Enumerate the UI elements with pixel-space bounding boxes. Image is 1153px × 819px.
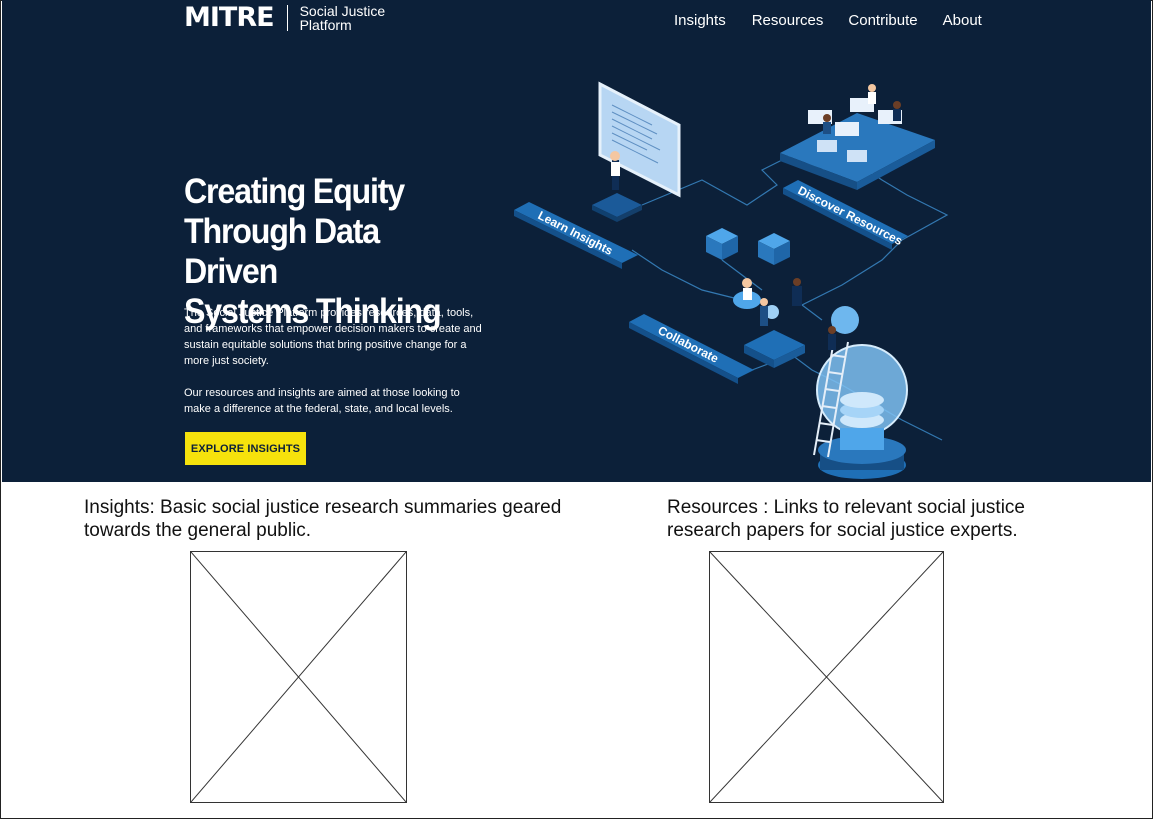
headline-line1: Creating Equity: [184, 172, 405, 211]
collaborate-group: [733, 278, 805, 368]
headline-line2: Through Data Driven: [184, 212, 380, 291]
office-platform: [780, 84, 935, 190]
logo-wordmark: MITRE: [184, 2, 275, 33]
top-nav: Insights Resources Contribute About: [674, 12, 982, 30]
collaborate-plate: Collaborate: [629, 314, 754, 384]
nav-resources[interactable]: Resources: [752, 12, 824, 30]
nav-insights[interactable]: Insights: [674, 12, 726, 30]
resources-image-placeholder[interactable]: [709, 551, 944, 803]
insights-description: Insights: Basic social justice research …: [84, 497, 562, 541]
mitre-logo[interactable]: MITRE Social Justice Platform: [184, 2, 386, 33]
insights-image-placeholder[interactable]: [190, 551, 407, 803]
hero-section: Learn Insights Discover Resources Collab…: [2, 0, 1151, 482]
hero-description: The Social Justice Platform provides res…: [184, 307, 482, 367]
placeholder-cross-icon: [191, 552, 406, 802]
nav-contribute[interactable]: Contribute: [848, 12, 917, 30]
data-stacks: [706, 228, 790, 265]
lightbulb: [813, 306, 908, 479]
explore-insights-button[interactable]: EXPLORE INSIGHTS: [185, 432, 306, 465]
logo-subtitle: Social Justice Platform: [300, 4, 386, 32]
svg-text:Learn Insights: Learn Insights: [536, 208, 616, 258]
placeholder-cross-icon: [710, 552, 943, 802]
hero-illustration: Learn Insights Discover Resources Collab…: [514, 81, 949, 479]
logo-subtitle-line2: Platform: [299, 17, 352, 33]
nav-about[interactable]: About: [943, 12, 982, 30]
screen-figure: [592, 81, 681, 222]
hero-audience-text: Our resources and insights are aimed at …: [184, 387, 460, 415]
svg-text:Discover Resources: Discover Resources: [796, 183, 905, 248]
discover-resources-plate: Discover Resources: [783, 180, 908, 250]
resources-description: Resources : Links to relevant social jus…: [667, 497, 1025, 541]
logo-divider: [286, 5, 288, 31]
